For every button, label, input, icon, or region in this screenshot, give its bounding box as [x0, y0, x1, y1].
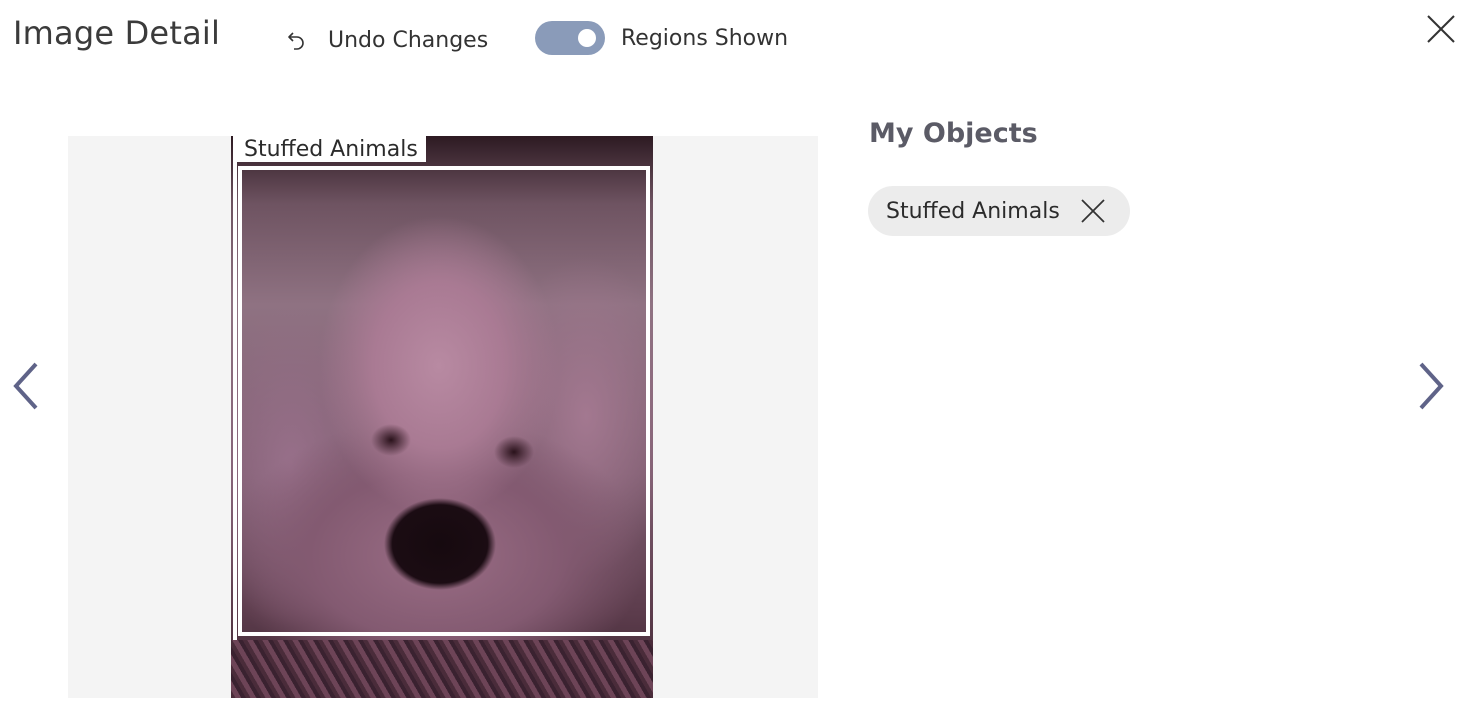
close-icon[interactable] [1424, 12, 1458, 46]
object-chip-label: Stuffed Animals [886, 198, 1060, 224]
close-icon[interactable] [1080, 198, 1106, 224]
image-detail-dialog: Image Detail Undo Changes Regions Shown … [0, 0, 1470, 713]
regions-toggle[interactable] [535, 21, 605, 55]
chevron-left-icon[interactable] [10, 360, 42, 412]
region-edge [233, 136, 237, 640]
page-title: Image Detail [13, 14, 221, 52]
region-label: Stuffed Animals [236, 136, 426, 162]
regions-toggle-label: Regions Shown [621, 26, 789, 51]
rug-texture [231, 640, 653, 698]
undo-icon [288, 32, 304, 50]
detail-image: Stuffed Animals [231, 136, 653, 698]
image-stage: Stuffed Animals [68, 136, 818, 698]
objects-panel-title: My Objects [869, 118, 1038, 149]
object-chip[interactable]: Stuffed Animals [868, 186, 1130, 236]
toggle-knob [578, 29, 596, 47]
region-box[interactable] [238, 166, 650, 636]
chevron-right-icon[interactable] [1415, 360, 1447, 412]
undo-changes-button[interactable]: Undo Changes [284, 22, 488, 58]
undo-changes-label: Undo Changes [328, 27, 489, 53]
